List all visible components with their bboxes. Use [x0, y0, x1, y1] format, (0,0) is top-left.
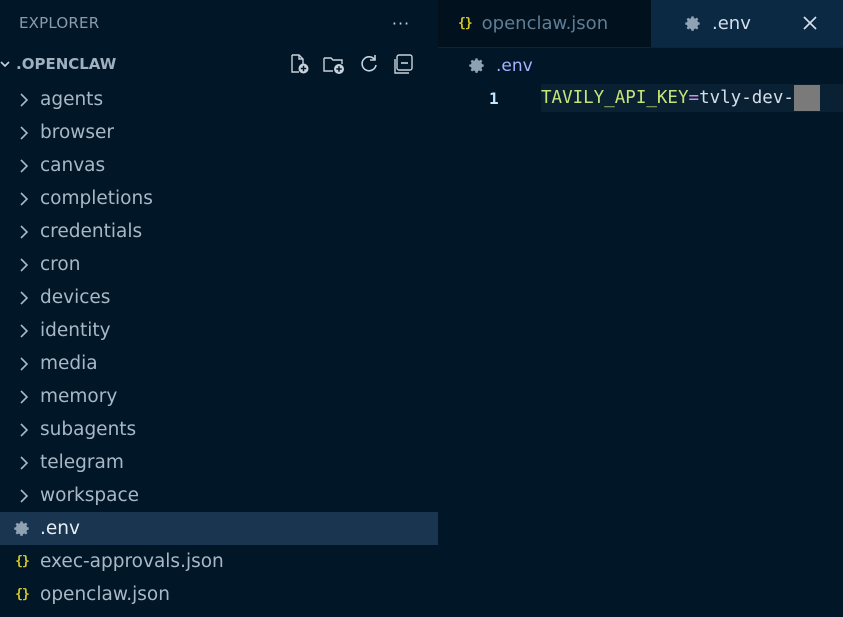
env-equals: = — [688, 88, 700, 108]
tree-item-label: memory — [40, 386, 118, 407]
code-line: 1 TAVILY_API_KEY = tvly-dev- — [438, 84, 843, 112]
folder-item-telegram[interactable]: telegram — [0, 446, 438, 479]
tree-item-label: credentials — [40, 221, 143, 242]
tree-item-label: identity — [40, 320, 111, 341]
folder-item-cron[interactable]: cron — [0, 248, 438, 281]
chevron-right-icon — [16, 356, 32, 372]
new-folder-button[interactable] — [322, 52, 346, 76]
line-content[interactable]: TAVILY_API_KEY = tvly-dev- — [541, 84, 843, 112]
env-key: TAVILY_API_KEY — [541, 88, 689, 108]
chevron-right-icon — [16, 323, 32, 339]
chevron-down-icon — [0, 57, 12, 71]
tree-item-label: cron — [40, 254, 81, 275]
line-number: 1 — [489, 88, 499, 108]
folder-item-identity[interactable]: identity — [0, 314, 438, 347]
tab-label: .env — [712, 13, 751, 34]
tree-item-label: media — [40, 353, 98, 374]
folder-item-devices[interactable]: devices — [0, 281, 438, 314]
folder-item-memory[interactable]: memory — [0, 380, 438, 413]
refresh-icon — [361, 54, 377, 72]
file-item-dot-env[interactable]: .env — [0, 512, 438, 545]
chevron-right-icon — [16, 125, 32, 141]
folder-item-subagents[interactable]: subagents — [0, 413, 438, 446]
chevron-right-icon — [16, 455, 32, 471]
redacted-value — [793, 85, 820, 111]
chevron-right-icon — [16, 158, 32, 174]
explorer-title: EXPLORER — [19, 14, 100, 32]
folder-item-credentials[interactable]: credentials — [0, 215, 438, 248]
chevron-right-icon — [16, 488, 32, 504]
folder-item-agents[interactable]: agents — [0, 83, 438, 116]
breadcrumb-file[interactable]: .env — [496, 56, 533, 76]
file-tree: agents browser canvas completions credential… — [0, 83, 438, 611]
env-value: tvly-dev- — [699, 88, 794, 108]
editor-area: {} openclaw.json .env .env 1 TAVILY_API_… — [438, 0, 843, 617]
collapse-all-icon — [394, 53, 413, 74]
tab-openclaw-json[interactable]: {} openclaw.json — [438, 0, 651, 47]
explorer-header: EXPLORER ··· — [0, 0, 438, 46]
json-icon: {} — [458, 16, 473, 31]
tree-item-label: exec-approvals.json — [40, 551, 224, 572]
explorer-sidebar: EXPLORER ··· .OPENCLAW agents browser ca… — [0, 0, 438, 617]
breadcrumb[interactable]: .env — [438, 48, 843, 84]
gear-icon — [468, 57, 486, 75]
file-item-openclaw-json[interactable]: {} openclaw.json — [0, 578, 438, 611]
new-file-button[interactable] — [287, 52, 311, 76]
close-tab-button[interactable] — [799, 12, 821, 34]
tree-item-label: agents — [40, 89, 104, 110]
new-file-icon — [291, 53, 309, 73]
tab-label: openclaw.json — [481, 13, 609, 34]
folder-item-canvas[interactable]: canvas — [0, 149, 438, 182]
refresh-button[interactable] — [357, 52, 381, 76]
chevron-right-icon — [16, 290, 32, 306]
folder-item-media[interactable]: media — [0, 347, 438, 380]
tree-item-label: completions — [40, 188, 153, 209]
tree-item-label: browser — [40, 122, 115, 143]
chevron-right-icon — [16, 191, 32, 207]
json-icon: {} — [15, 554, 30, 569]
chevron-right-icon — [16, 257, 32, 273]
gear-icon — [13, 520, 31, 538]
collapse-all-button[interactable] — [392, 52, 416, 76]
new-folder-icon — [323, 56, 344, 74]
chevron-right-icon — [16, 92, 32, 108]
gear-icon — [684, 15, 702, 33]
file-item-exec-approvals-json[interactable]: {} exec-approvals.json — [0, 545, 438, 578]
tree-item-label: openclaw.json — [40, 584, 170, 605]
tree-item-label: telegram — [40, 452, 124, 473]
explorer-toolbar — [276, 52, 416, 76]
chevron-right-icon — [16, 224, 32, 240]
tree-item-label: canvas — [40, 155, 106, 176]
tree-item-label: subagents — [40, 419, 137, 440]
tree-item-label: workspace — [40, 485, 140, 506]
tab-env[interactable]: .env — [651, 0, 843, 47]
folder-item-browser[interactable]: browser — [0, 116, 438, 149]
root-folder-label: .OPENCLAW — [16, 54, 117, 73]
folder-item-completions[interactable]: completions — [0, 182, 438, 215]
close-icon — [803, 16, 817, 30]
chevron-right-icon — [16, 389, 32, 405]
root-folder-row[interactable]: .OPENCLAW — [0, 46, 438, 81]
chevron-right-icon — [16, 422, 32, 438]
tree-item-label: devices — [40, 287, 111, 308]
json-icon: {} — [15, 587, 30, 602]
folder-item-workspace[interactable]: workspace — [0, 479, 438, 512]
tab-bar: {} openclaw.json .env — [438, 0, 843, 48]
more-actions-button[interactable]: ··· — [389, 11, 413, 35]
tree-item-label: .env — [40, 518, 80, 539]
